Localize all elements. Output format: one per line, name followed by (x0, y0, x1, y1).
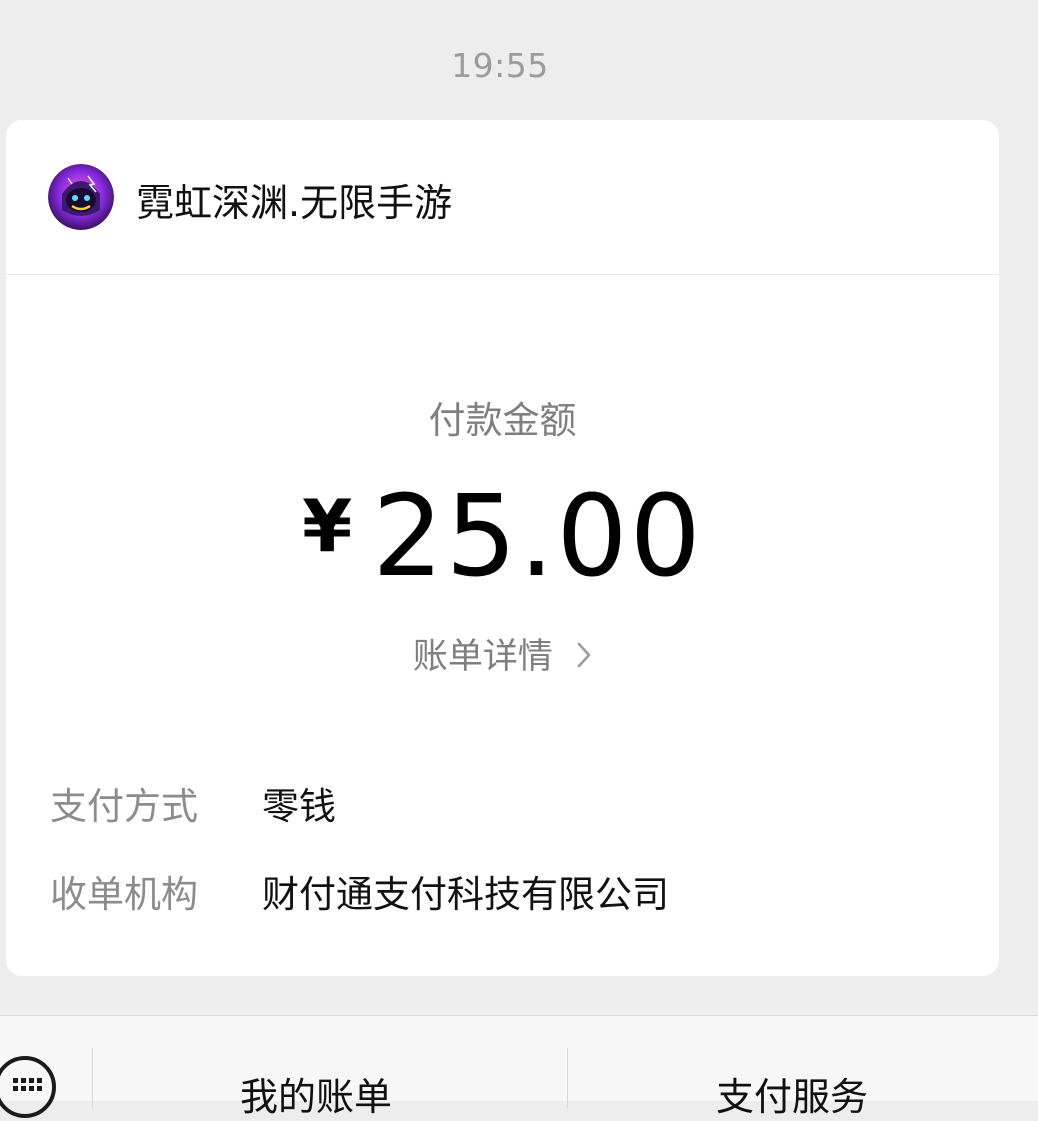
payment-notification-card[interactable]: 霓虹深渊.无限手游 付款金额 ¥25.00 账单详情 支付方式 零钱 收单机构 财付… (6, 120, 999, 976)
message-timestamp: 19:55 (451, 46, 549, 85)
payment-method-value: 零钱 (262, 785, 336, 828)
currency-symbol: ¥ (302, 484, 353, 568)
amount-value: 25.00 (372, 472, 703, 602)
merchant-avatar[interactable] (48, 164, 114, 230)
keyboard-icon (13, 1078, 42, 1091)
payment-amount: ¥25.00 (6, 472, 999, 602)
menu-item-payment-services[interactable]: 支付服务 (716, 1066, 868, 1121)
menu-divider (92, 1048, 93, 1108)
merchant-name[interactable]: 霓虹深渊.无限手游 (136, 172, 452, 227)
bottom-menu-bar: 我的账单 支付服务 (0, 1015, 1038, 1119)
merchant-header[interactable]: 霓虹深渊.无限手游 (6, 120, 999, 275)
acquirer-label: 收单机构 (50, 873, 198, 916)
amount-label: 付款金额 (428, 399, 577, 442)
game-character-avatar-icon (48, 164, 114, 230)
menu-item-my-bills[interactable]: 我的账单 (240, 1066, 392, 1121)
payment-method-label: 支付方式 (50, 785, 198, 828)
bill-details-label: 账单详情 (412, 637, 553, 677)
payment-method-row: 支付方式 零钱 (50, 776, 336, 830)
acquirer-row: 收单机构 财付通支付科技有限公司 (50, 864, 669, 918)
bill-details-link[interactable]: 账单详情 (6, 628, 999, 679)
chevron-right-icon (577, 642, 591, 668)
acquirer-value: 财付通支付科技有限公司 (262, 873, 669, 916)
menu-divider (567, 1048, 568, 1108)
keyboard-button[interactable] (0, 1056, 56, 1118)
